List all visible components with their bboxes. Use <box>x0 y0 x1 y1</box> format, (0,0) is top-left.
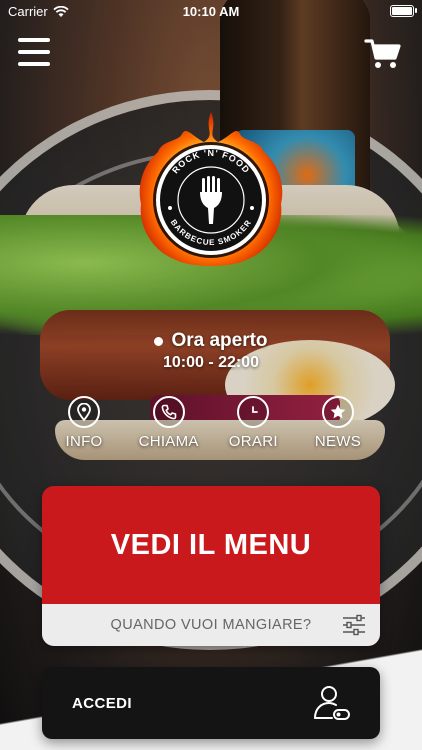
battery-tip <box>415 8 417 13</box>
news-label: NEWS <box>314 433 362 450</box>
login-button[interactable]: ACCEDI <box>42 667 380 739</box>
open-indicator-dot <box>154 336 164 346</box>
open-status-label: Ora aperto <box>171 330 268 351</box>
info-button[interactable]: INFO <box>45 396 123 450</box>
when-to-eat-label: QUANDO VUOI MANGIARE? <box>110 617 312 633</box>
when-to-eat-selector[interactable]: QUANDO VUOI MANGIARE? <box>42 604 380 646</box>
login-label: ACCEDI <box>72 694 132 712</box>
hamburger-menu-icon[interactable] <box>18 38 50 66</box>
news-button[interactable]: NEWS <box>299 396 377 450</box>
call-button[interactable]: CHIAMA <box>130 396 208 450</box>
open-status-line: Ora aperto <box>0 330 422 352</box>
opening-hours: 10:00 - 22:00 <box>162 354 260 371</box>
status-bar: Carrier 10:10 AM <box>0 0 422 22</box>
hours-label: ORARI <box>228 433 278 450</box>
rock-n-food-logo: ROCK 'N' FOOD BARBECUE SMOKER <box>139 112 283 266</box>
quick-actions: INFO CHIAMA ORARI NEWS <box>45 396 377 450</box>
sliders-icon[interactable] <box>342 614 366 636</box>
clock-time: 10:10 AM <box>182 4 240 19</box>
info-label: INFO <box>65 433 103 450</box>
battery-icon <box>390 5 414 17</box>
call-label: CHIAMA <box>138 433 199 450</box>
view-menu-button[interactable]: VEDI IL MENU <box>42 486 380 604</box>
hours-button[interactable]: ORARI <box>214 396 292 450</box>
location-pin-icon <box>68 396 100 428</box>
clock-icon <box>237 396 270 428</box>
user-login-icon <box>314 686 350 720</box>
phone-icon <box>152 396 185 428</box>
star-icon <box>321 396 354 428</box>
open-status: Ora aperto 10:00 - 22:00 <box>0 330 422 372</box>
shopping-cart-icon[interactable] <box>364 38 402 70</box>
menu-card: VEDI IL MENU QUANDO VUOI MANGIARE? <box>42 486 380 646</box>
